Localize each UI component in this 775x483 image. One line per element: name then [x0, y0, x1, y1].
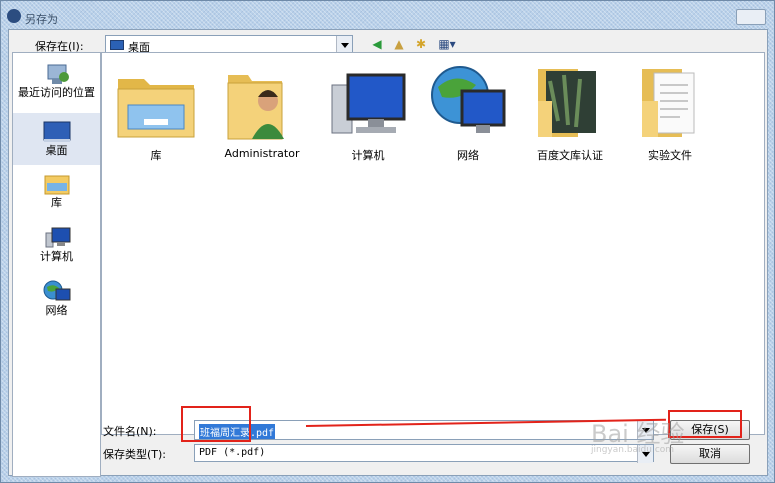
- file-item-experiment-folder[interactable]: 实验文件: [622, 61, 718, 163]
- place-label: 库: [51, 196, 62, 209]
- filetype-label: 保存类型(T):: [103, 448, 167, 461]
- place-recent[interactable]: 最近访问的位置: [13, 61, 100, 99]
- view-menu-icon[interactable]: ▦▾: [435, 36, 459, 52]
- new-folder-icon[interactable]: ✱: [413, 36, 429, 52]
- place-label: 计算机: [40, 250, 73, 263]
- place-label: 最近访问的位置: [18, 86, 95, 99]
- recent-places-icon: [42, 61, 72, 87]
- places-bar: 最近访问的位置 桌面 库 计算机 网络: [12, 52, 101, 477]
- place-label: 桌面: [45, 144, 68, 157]
- file-label: 计算机: [351, 149, 385, 162]
- place-desktop[interactable]: 桌面: [13, 113, 100, 165]
- place-network[interactable]: 网络: [13, 279, 100, 317]
- image-folder-icon: [528, 61, 612, 145]
- place-computer[interactable]: 计算机: [13, 225, 100, 263]
- file-item-network[interactable]: 网络: [420, 61, 516, 163]
- desktop-place-icon: [42, 119, 72, 145]
- network-icon: [42, 279, 72, 305]
- title-bar: 另存为: [1, 1, 774, 29]
- file-item-computer[interactable]: 计算机: [320, 61, 416, 163]
- place-label: 网络: [45, 304, 68, 317]
- network-globe-icon: [426, 61, 510, 145]
- place-library[interactable]: 库: [13, 171, 100, 209]
- close-button[interactable]: [736, 9, 766, 25]
- filename-value: 班福周汇录.pdf: [199, 424, 276, 439]
- back-icon[interactable]: ◀: [369, 36, 385, 52]
- up-folder-icon[interactable]: ▲: [391, 36, 407, 52]
- filename-input[interactable]: 班福周汇录.pdf: [194, 420, 654, 440]
- desktop-icon: [110, 40, 124, 50]
- save-as-dialog: 另存为 保存在(I): 桌面 ◀ ▲ ✱ ▦▾ 最近访问的位置 桌面 库 计算机…: [0, 0, 775, 483]
- file-label: 库: [150, 149, 162, 162]
- app-icon: [7, 9, 21, 23]
- filename-label: 文件名(N):: [103, 425, 157, 438]
- watermark-main: Bai 经验: [591, 420, 685, 448]
- library-icon: [42, 171, 72, 197]
- user-folder-icon: [220, 61, 304, 145]
- filetype-select[interactable]: PDF (*.pdf): [194, 444, 654, 463]
- file-item-baidu-folder[interactable]: 百度文库认证: [522, 61, 618, 163]
- computer-icon: [42, 225, 72, 251]
- file-label: 百度文库认证: [537, 149, 603, 162]
- file-label: 实验文件: [648, 149, 692, 162]
- file-label: Administrator: [224, 147, 300, 160]
- window-title: 另存为: [25, 13, 58, 26]
- dialog-body: 保存在(I): 桌面 ◀ ▲ ✱ ▦▾ 最近访问的位置 桌面 库 计算机 网络 …: [8, 29, 768, 477]
- filetype-value: PDF (*.pdf): [199, 447, 266, 458]
- file-label: 网络: [457, 149, 479, 162]
- watermark-sub: jingyan.baidu.com: [591, 445, 675, 455]
- watermark: Bai 经验 jingyan.baidu.com: [591, 414, 684, 455]
- document-folder-icon: [628, 61, 712, 145]
- file-list: 库 Administrator 计算机 网络 百度文库认证 实验文件: [101, 52, 765, 435]
- computer-icon: [326, 61, 410, 145]
- library-folder-icon: [114, 61, 198, 145]
- file-item-library[interactable]: 库: [108, 61, 204, 163]
- file-item-administrator[interactable]: Administrator: [214, 61, 310, 160]
